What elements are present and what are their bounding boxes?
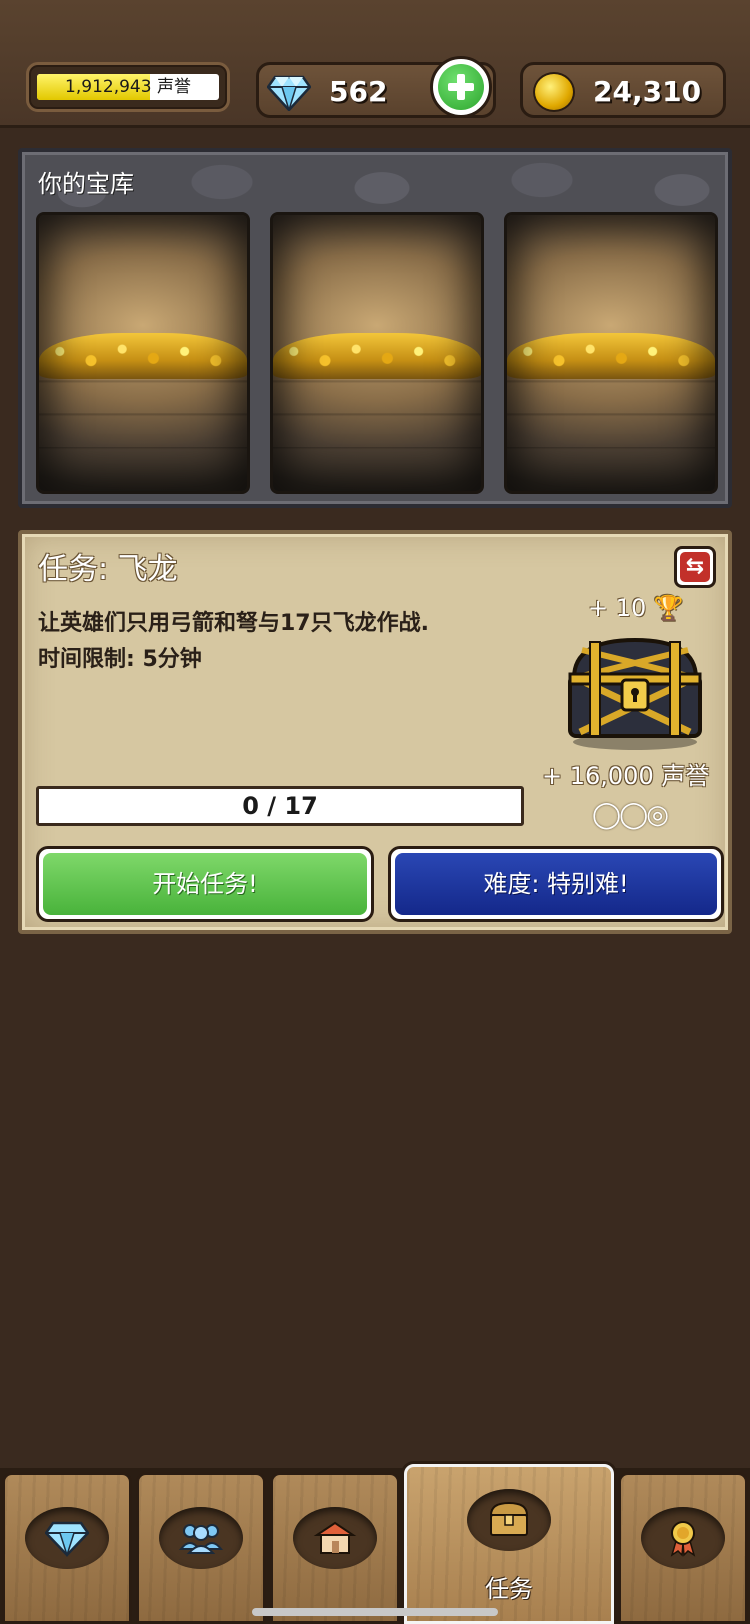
vault-slot[interactable] [270, 212, 484, 494]
tab-heroes[interactable] [136, 1472, 266, 1624]
gold-value: 24,310 [593, 75, 702, 108]
fame-text: 1,912,943 声誉 [65, 77, 191, 97]
fame-meter[interactable]: 1,912,943 声誉 [26, 62, 230, 112]
vault-slot[interactable] [36, 212, 250, 494]
tab-quests-label: 任务 [485, 1575, 533, 1603]
reward-fame: + 16,000 声誉 [542, 762, 710, 790]
treasure-pile-icon [507, 333, 715, 379]
quest-description: 让英雄们只用弓箭和弩与17只飞龙作战. 时间限制: 5分钟 [38, 606, 538, 678]
fame-track: 1,912,943 声誉 [37, 74, 219, 100]
start-quest-label: 开始任务! [43, 853, 367, 915]
gold-counter[interactable]: 24,310 [520, 62, 726, 118]
vault-panel: 你的宝库 [18, 148, 732, 508]
top-bar: 1,912,943 声誉 562 24,310 [0, 0, 750, 128]
tab-quests[interactable]: 任务 [404, 1464, 614, 1624]
swap-icon: ⇆ [680, 552, 710, 582]
diamond-icon [267, 75, 311, 111]
plus-icon [438, 64, 484, 110]
swap-quest-button[interactable]: ⇆ [674, 546, 716, 588]
chest-icon [489, 1501, 529, 1536]
difficulty-label: 难度: 特别难! [395, 853, 717, 915]
tab-home[interactable] [270, 1472, 400, 1624]
quest-description-line: 让英雄们只用弓箭和弩与17只飞龙作战. [38, 611, 429, 636]
start-quest-button[interactable]: 开始任务! [36, 846, 374, 922]
difficulty-indicator: ◯◯◎ [592, 800, 669, 830]
medal-icon [670, 1521, 696, 1557]
difficulty-button[interactable]: 难度: 特别难! [388, 846, 724, 922]
bottom-nav: 任务 [0, 1464, 750, 1624]
quest-time-limit: 时间限制: 5分钟 [38, 647, 202, 672]
tab-achievements[interactable] [618, 1472, 748, 1624]
quest-progress-bar: 0 / 17 [36, 786, 524, 826]
treasure-chest-icon [568, 637, 702, 750]
treasure-pile-icon [39, 333, 247, 379]
gold-coin-icon [533, 72, 575, 112]
reward-cups-value: + 10 [588, 594, 647, 622]
quest-panel: 任务: 飞龙 ⇆ 让英雄们只用弓箭和弩与17只飞龙作战. 时间限制: 5分钟 +… [18, 530, 732, 934]
home-indicator[interactable] [252, 1608, 498, 1616]
vault-slot[interactable] [504, 212, 718, 494]
gem-value: 562 [329, 75, 388, 108]
heroes-icon [179, 1524, 223, 1554]
trophy-icon: 🏆 [653, 594, 684, 622]
vault-title: 你的宝库 [38, 170, 134, 198]
tab-shop[interactable] [2, 1472, 132, 1624]
reward-cups: + 10 🏆 [588, 594, 684, 622]
home-icon [313, 1521, 357, 1554]
quest-title: 任务: 飞龙 [38, 552, 178, 587]
diamond-icon [45, 1521, 89, 1557]
treasure-pile-icon [273, 333, 481, 379]
add-gems-button[interactable] [430, 56, 492, 118]
